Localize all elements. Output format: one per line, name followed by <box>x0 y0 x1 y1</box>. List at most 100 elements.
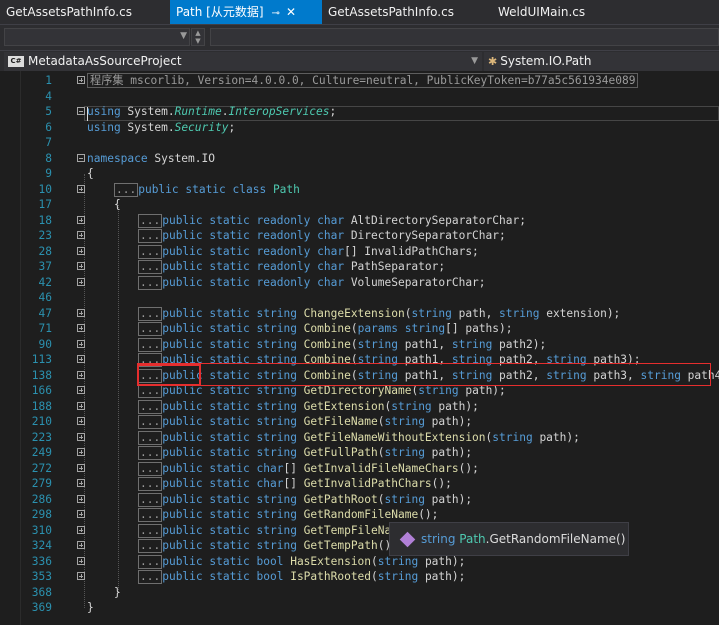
code-token: using <box>87 105 121 118</box>
type-dropdown[interactable]: ✱ System.IO.Path <box>484 52 719 71</box>
expand-icon[interactable] <box>77 479 85 487</box>
code-line[interactable]: 7 <box>0 135 719 151</box>
code-line[interactable]: 17 { <box>0 197 719 213</box>
tab-path-metadata[interactable]: Path [从元数据] ⊸ ✕ <box>170 0 322 24</box>
code-line[interactable]: 18... public static readonly char AltDire… <box>0 213 719 229</box>
expand-icon[interactable] <box>77 308 85 317</box>
code-line[interactable]: 8 namespace System.IO <box>0 151 719 167</box>
close-icon[interactable]: ✕ <box>286 5 296 19</box>
pin-icon[interactable]: ⊸ <box>272 8 280 19</box>
code-line[interactable]: 10... public static class Path <box>0 182 719 198</box>
expand-icon[interactable] <box>77 277 85 286</box>
code-line[interactable]: 90... public static string Combine(string… <box>0 337 719 353</box>
expand-icon[interactable] <box>77 432 85 441</box>
collapse-icon[interactable] <box>77 107 85 115</box>
code-line[interactable]: 4 <box>0 89 719 105</box>
code-line[interactable]: 23... public static readonly char Directo… <box>0 228 719 244</box>
collapsed-region-marker[interactable]: ... <box>138 570 163 584</box>
collapsed-region-marker[interactable]: ... <box>138 306 163 321</box>
code-line[interactable]: 6 using System.Security; <box>0 120 719 136</box>
expand-icon[interactable] <box>77 246 85 255</box>
expand-icon[interactable] <box>77 215 85 224</box>
expand-icon[interactable] <box>77 386 85 394</box>
project-dropdown[interactable]: C# MetadataAsSourceProject ▼ <box>4 52 482 71</box>
collapsed-region-marker[interactable]: ... <box>138 430 163 445</box>
code-line[interactable]: 272... public static char[] GetInvalidFil… <box>0 461 719 477</box>
collapsed-region-marker[interactable]: ... <box>138 244 163 259</box>
tab-welduimain[interactable]: WeldUIMain.cs <box>492 0 719 24</box>
code-line[interactable]: 188 ... public static string GetExtension(… <box>0 399 719 415</box>
code-line[interactable]: 369} <box>0 600 719 616</box>
collapsed-region-marker[interactable]: ... <box>138 399 163 414</box>
code-token: ChangeExtension <box>303 306 405 320</box>
expand-icon[interactable] <box>77 184 85 193</box>
code-line[interactable]: 286... public static string GetPathRoot(s… <box>0 492 719 508</box>
code-line[interactable]: 368} <box>0 585 719 601</box>
collapsed-region-marker[interactable]: ... <box>138 446 163 460</box>
collapsed-region-marker[interactable]: ... <box>114 182 139 197</box>
tab-getassetspathinfo-2[interactable]: GetAssetsPathInfo.cs <box>322 0 492 24</box>
expand-icon[interactable] <box>77 448 85 456</box>
collapsed-region-marker[interactable]: ... <box>138 554 163 569</box>
collapsed-region-marker[interactable]: ... <box>138 213 163 228</box>
collapsed-region-marker[interactable]: ... <box>138 461 163 476</box>
code-line[interactable]: 47... public static string ChangeExtensio… <box>0 306 719 322</box>
collapsed-region-marker[interactable]: ... <box>138 508 163 522</box>
code-line[interactable]: 71... public static string Combine(params… <box>0 321 719 337</box>
expand-icon[interactable] <box>77 541 85 549</box>
collapse-icon[interactable] <box>77 153 85 162</box>
collapsed-region-marker[interactable]: ... <box>138 322 163 336</box>
expand-icon[interactable] <box>77 324 85 332</box>
code-line[interactable]: 249... public static string GetFullPath(s… <box>0 445 719 461</box>
collapsed-region-marker[interactable]: ... <box>138 275 163 290</box>
assembly-header[interactable]: 程序集 mscorlib, Version=4.0.0.0, Culture=n… <box>87 73 639 88</box>
collapsed-region-marker[interactable]: ... <box>138 539 163 553</box>
collapsed-region-marker[interactable]: ... <box>138 260 163 274</box>
expand-icon[interactable] <box>77 463 85 472</box>
expand-icon[interactable] <box>77 401 85 410</box>
tab-getassetspathinfo-1[interactable]: GetAssetsPathInfo.cs <box>0 0 170 24</box>
code-token: using <box>87 120 121 134</box>
line-number: 298 <box>31 508 52 521</box>
code-line[interactable]: 42... public static readonly char VolumeS… <box>0 275 719 291</box>
expand-icon[interactable] <box>77 510 85 518</box>
collapsed-region-marker[interactable]: ... <box>138 523 163 538</box>
expand-icon[interactable] <box>77 76 85 84</box>
collapsed-region-marker[interactable]: ... <box>138 384 163 398</box>
code-line[interactable]: 46 <box>0 290 719 306</box>
toolbar-combo[interactable]: ▼ <box>4 28 190 46</box>
code-line[interactable]: 9{ <box>0 166 719 182</box>
line-number: 90 <box>38 337 52 351</box>
expand-icon[interactable] <box>77 494 85 503</box>
code-line[interactable]: 298... public static string GetRandomFile… <box>0 507 719 523</box>
collapsed-region-marker[interactable]: ... <box>138 337 163 352</box>
code-line[interactable]: 37... public static readonly char PathSep… <box>0 259 719 275</box>
expand-icon[interactable] <box>77 355 85 363</box>
code-token: public static readonly char <box>162 213 351 227</box>
expand-icon[interactable] <box>77 231 85 239</box>
collapsed-region-marker[interactable]: ... <box>138 492 163 507</box>
code-token: } <box>87 601 94 614</box>
expand-icon[interactable] <box>77 572 85 580</box>
code-line[interactable]: 5 using System.Runtime.InteropServices; <box>0 104 719 120</box>
expand-icon[interactable] <box>77 556 85 565</box>
collapsed-region-marker[interactable]: ... <box>138 229 163 243</box>
code-token: public static class <box>138 182 273 196</box>
code-line[interactable]: 28... public static readonly char[] Inval… <box>0 244 719 260</box>
code-line[interactable]: 353... public static bool IsPathRooted(st… <box>0 569 719 585</box>
chevron-up-icon: ▲ <box>195 29 201 37</box>
collapsed-region-marker[interactable]: ... <box>138 415 163 429</box>
toolbar-combo-2[interactable] <box>210 28 719 46</box>
code-line[interactable]: 223... public static string GetFileNameWi… <box>0 430 719 446</box>
spin-arrows[interactable]: ▲ ▼ <box>191 28 205 46</box>
code-line[interactable]: 1 程序集 mscorlib, Version=4.0.0.0, Culture=… <box>0 73 719 89</box>
collapsed-region-marker[interactable]: ... <box>138 477 163 491</box>
expand-icon[interactable] <box>77 370 85 379</box>
code-token: { <box>87 167 94 180</box>
expand-icon[interactable] <box>77 525 85 534</box>
code-line[interactable]: 210... public static string GetFileName(s… <box>0 414 719 430</box>
expand-icon[interactable] <box>77 262 85 270</box>
code-line[interactable]: 279... public static char[] GetInvalidPat… <box>0 476 719 492</box>
expand-icon[interactable] <box>77 339 85 348</box>
expand-icon[interactable] <box>77 417 85 425</box>
